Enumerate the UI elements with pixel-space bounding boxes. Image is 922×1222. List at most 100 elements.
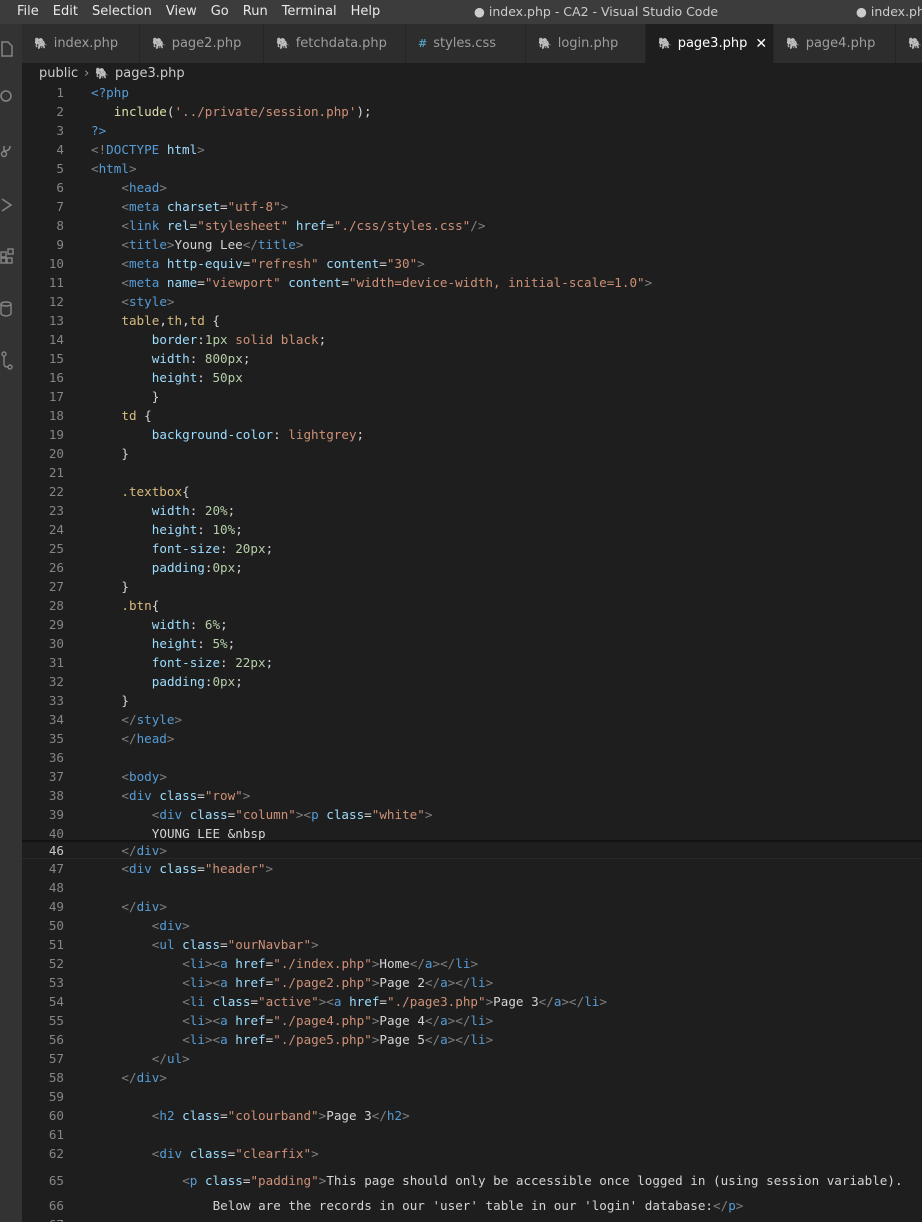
menu-item-terminal[interactable]: Terminal (275, 0, 344, 24)
code-line[interactable]: 55 <li><a href="./page4.php">Page 4</a></… (22, 1011, 922, 1030)
code-line[interactable]: 20} (22, 444, 922, 463)
code-line[interactable]: 30 height: 5%; (22, 634, 922, 653)
code-line[interactable]: 11 <meta name="viewport" content="width=d… (22, 273, 922, 292)
menu-item-file[interactable]: File (10, 0, 46, 24)
code-content: include('../private/session.php'); (114, 102, 372, 121)
code-line[interactable]: 33} (22, 691, 922, 710)
code-line[interactable]: 65 <p class="padding">This page should on… (22, 1171, 922, 1190)
code-line[interactable]: 25 font-size: 20px; (22, 539, 922, 558)
source-control-icon[interactable] (0, 140, 14, 162)
tab-fetchdata-php[interactable]: 🐘 fetchdata.php (264, 24, 406, 63)
code-line[interactable]: 24 height: 10%; (22, 520, 922, 539)
tab-login-php[interactable]: 🐘 login.php (526, 24, 646, 63)
code-line[interactable]: 38 <div class="row"> (22, 786, 922, 805)
code-content: } (121, 444, 129, 463)
breadcrumb-file[interactable]: page3.php (115, 66, 185, 81)
code-token: : (220, 655, 236, 670)
code-line[interactable]: 14 border:1px solid black; (22, 330, 922, 349)
code-line[interactable]: 22 .textbox{ (22, 482, 922, 501)
code-line[interactable]: 53 <li><a href="./page2.php">Page 2</a></… (22, 973, 922, 992)
code-line[interactable]: 15 width: 800px; (22, 349, 922, 368)
code-line[interactable]: 13 table,th,td { (22, 311, 922, 330)
code-line[interactable]: 52 <li><a href="./index.php">Home</a></li… (22, 954, 922, 973)
code-line[interactable]: 50 <div> (22, 916, 922, 935)
code-line[interactable]: 6 <head> (22, 178, 922, 197)
code-line[interactable]: 23 width: 20%; (22, 501, 922, 520)
tab-overflow[interactable]: 🐘 (896, 24, 922, 63)
vscode-logo-icon (0, 0, 10, 24)
code-line[interactable]: 57 </ul> (22, 1049, 922, 1068)
code-line[interactable]: 37 <body> (22, 767, 922, 786)
code-line[interactable]: 9 <title>Young Lee</title> (22, 235, 922, 254)
run-debug-icon[interactable] (0, 194, 14, 216)
code-line[interactable]: 49 </div> (22, 897, 922, 916)
tab-page4-php[interactable]: 🐘 page4.php (774, 24, 896, 63)
code-token: } (121, 446, 129, 461)
code-content: </head> (121, 729, 174, 748)
menu-item-selection[interactable]: Selection (85, 0, 159, 24)
explorer-icon[interactable] (0, 38, 14, 60)
menu-item-view[interactable]: View (159, 0, 204, 24)
code-line[interactable]: 47 <div class="header"> (22, 859, 922, 878)
code-line[interactable]: 16 height: 50px (22, 368, 922, 387)
code-line[interactable]: 66 Below are the records in our 'user' ta… (22, 1196, 922, 1215)
code-content: <meta http-equiv="refresh" content="30"> (121, 254, 424, 273)
code-line[interactable]: 61 (22, 1125, 922, 1144)
code-line[interactable]: 19 background-color: lightgrey; (22, 425, 922, 444)
code-line[interactable]: 62 <div class="clearfix"> (22, 1144, 922, 1163)
code-line[interactable]: 35 </head> (22, 729, 922, 748)
line-number: 21 (48, 465, 64, 480)
code-line[interactable]: 59 (22, 1087, 922, 1106)
code-line[interactable]: 4 <!DOCTYPE html> (22, 140, 922, 159)
code-token: = (220, 1108, 228, 1123)
code-line[interactable]: 2 include('../private/session.php'); (22, 102, 922, 121)
search-icon[interactable] (0, 86, 14, 108)
breadcrumb-folder[interactable]: public (39, 66, 78, 81)
code-line[interactable]: 48 (22, 878, 922, 897)
code-line[interactable]: 60 <h2 class="colourband">Page 3</h2> (22, 1106, 922, 1125)
extensions-icon[interactable] (0, 246, 14, 268)
code-line[interactable]: 5 <html> (22, 159, 922, 178)
code-line[interactable]: 31 font-size: 22px; (22, 653, 922, 672)
code-line[interactable]: 27} (22, 577, 922, 596)
code-token: > (295, 237, 304, 252)
git-graph-icon[interactable] (0, 350, 14, 372)
code-line[interactable]: 51 <ul class="ourNavbar"> (22, 935, 922, 954)
code-line[interactable]: 54 <li class="active"><a href="./page3.ph… (22, 992, 922, 1011)
tab-index-php[interactable]: 🐘 index.php (22, 24, 140, 63)
code-line[interactable]: 26 padding:0px; (22, 558, 922, 577)
code-line[interactable]: 8 <link rel="stylesheet" href="./css/styl… (22, 216, 922, 235)
close-icon[interactable]: ✕ (755, 36, 767, 52)
code-line[interactable]: 56 <li><a href="./page5.php">Page 5</a></… (22, 1030, 922, 1049)
code-line[interactable]: 34 </style> (22, 710, 922, 729)
code-line[interactable]: 18 td { (22, 406, 922, 425)
menu-item-help[interactable]: Help (344, 0, 388, 24)
code-line[interactable]: 36 (22, 748, 922, 767)
database-icon[interactable] (0, 298, 14, 320)
code-line[interactable]: 12 <style> (22, 292, 922, 311)
code-token: li (189, 994, 205, 1009)
code-content: .textbox{ (121, 482, 189, 501)
code-line[interactable]: 28 .btn{ (22, 596, 922, 615)
code-line[interactable]: 1 <?php (22, 83, 922, 102)
tab-page2-php[interactable]: 🐘 page2.php (140, 24, 264, 63)
menu-item-edit[interactable]: Edit (46, 0, 85, 24)
code-line[interactable]: 7 <meta charset="utf-8"> (22, 197, 922, 216)
menu-item-go[interactable]: Go (204, 0, 236, 24)
code-line[interactable]: 58 </div> (22, 1068, 922, 1087)
code-line[interactable]: 17} (22, 387, 922, 406)
code-line[interactable]: 29 width: 6%; (22, 615, 922, 634)
code-line[interactable]: 39 <div class="column"><p class="white"> (22, 805, 922, 824)
tab-page3-php[interactable]: 🐘 page3.php ✕ (646, 24, 774, 63)
line-number: 15 (48, 351, 64, 366)
code-line[interactable]: 21 (22, 463, 922, 482)
code-line[interactable]: 32 padding:0px; (22, 672, 922, 691)
code-line[interactable]: 67 (22, 1215, 922, 1222)
code-editor[interactable]: 1 <?php 2 include('../private/session.php')… (22, 83, 922, 1222)
code-line[interactable]: 10 <meta http-equiv="refresh" content="30… (22, 254, 922, 273)
code-line[interactable]: 3 ?> (22, 121, 922, 140)
code-token: "stylesheet" (197, 218, 289, 233)
tab-styles-css[interactable]: # styles.css (406, 24, 526, 63)
menu-item-run[interactable]: Run (236, 0, 275, 24)
code-content: font-size: 20px; (152, 539, 273, 558)
